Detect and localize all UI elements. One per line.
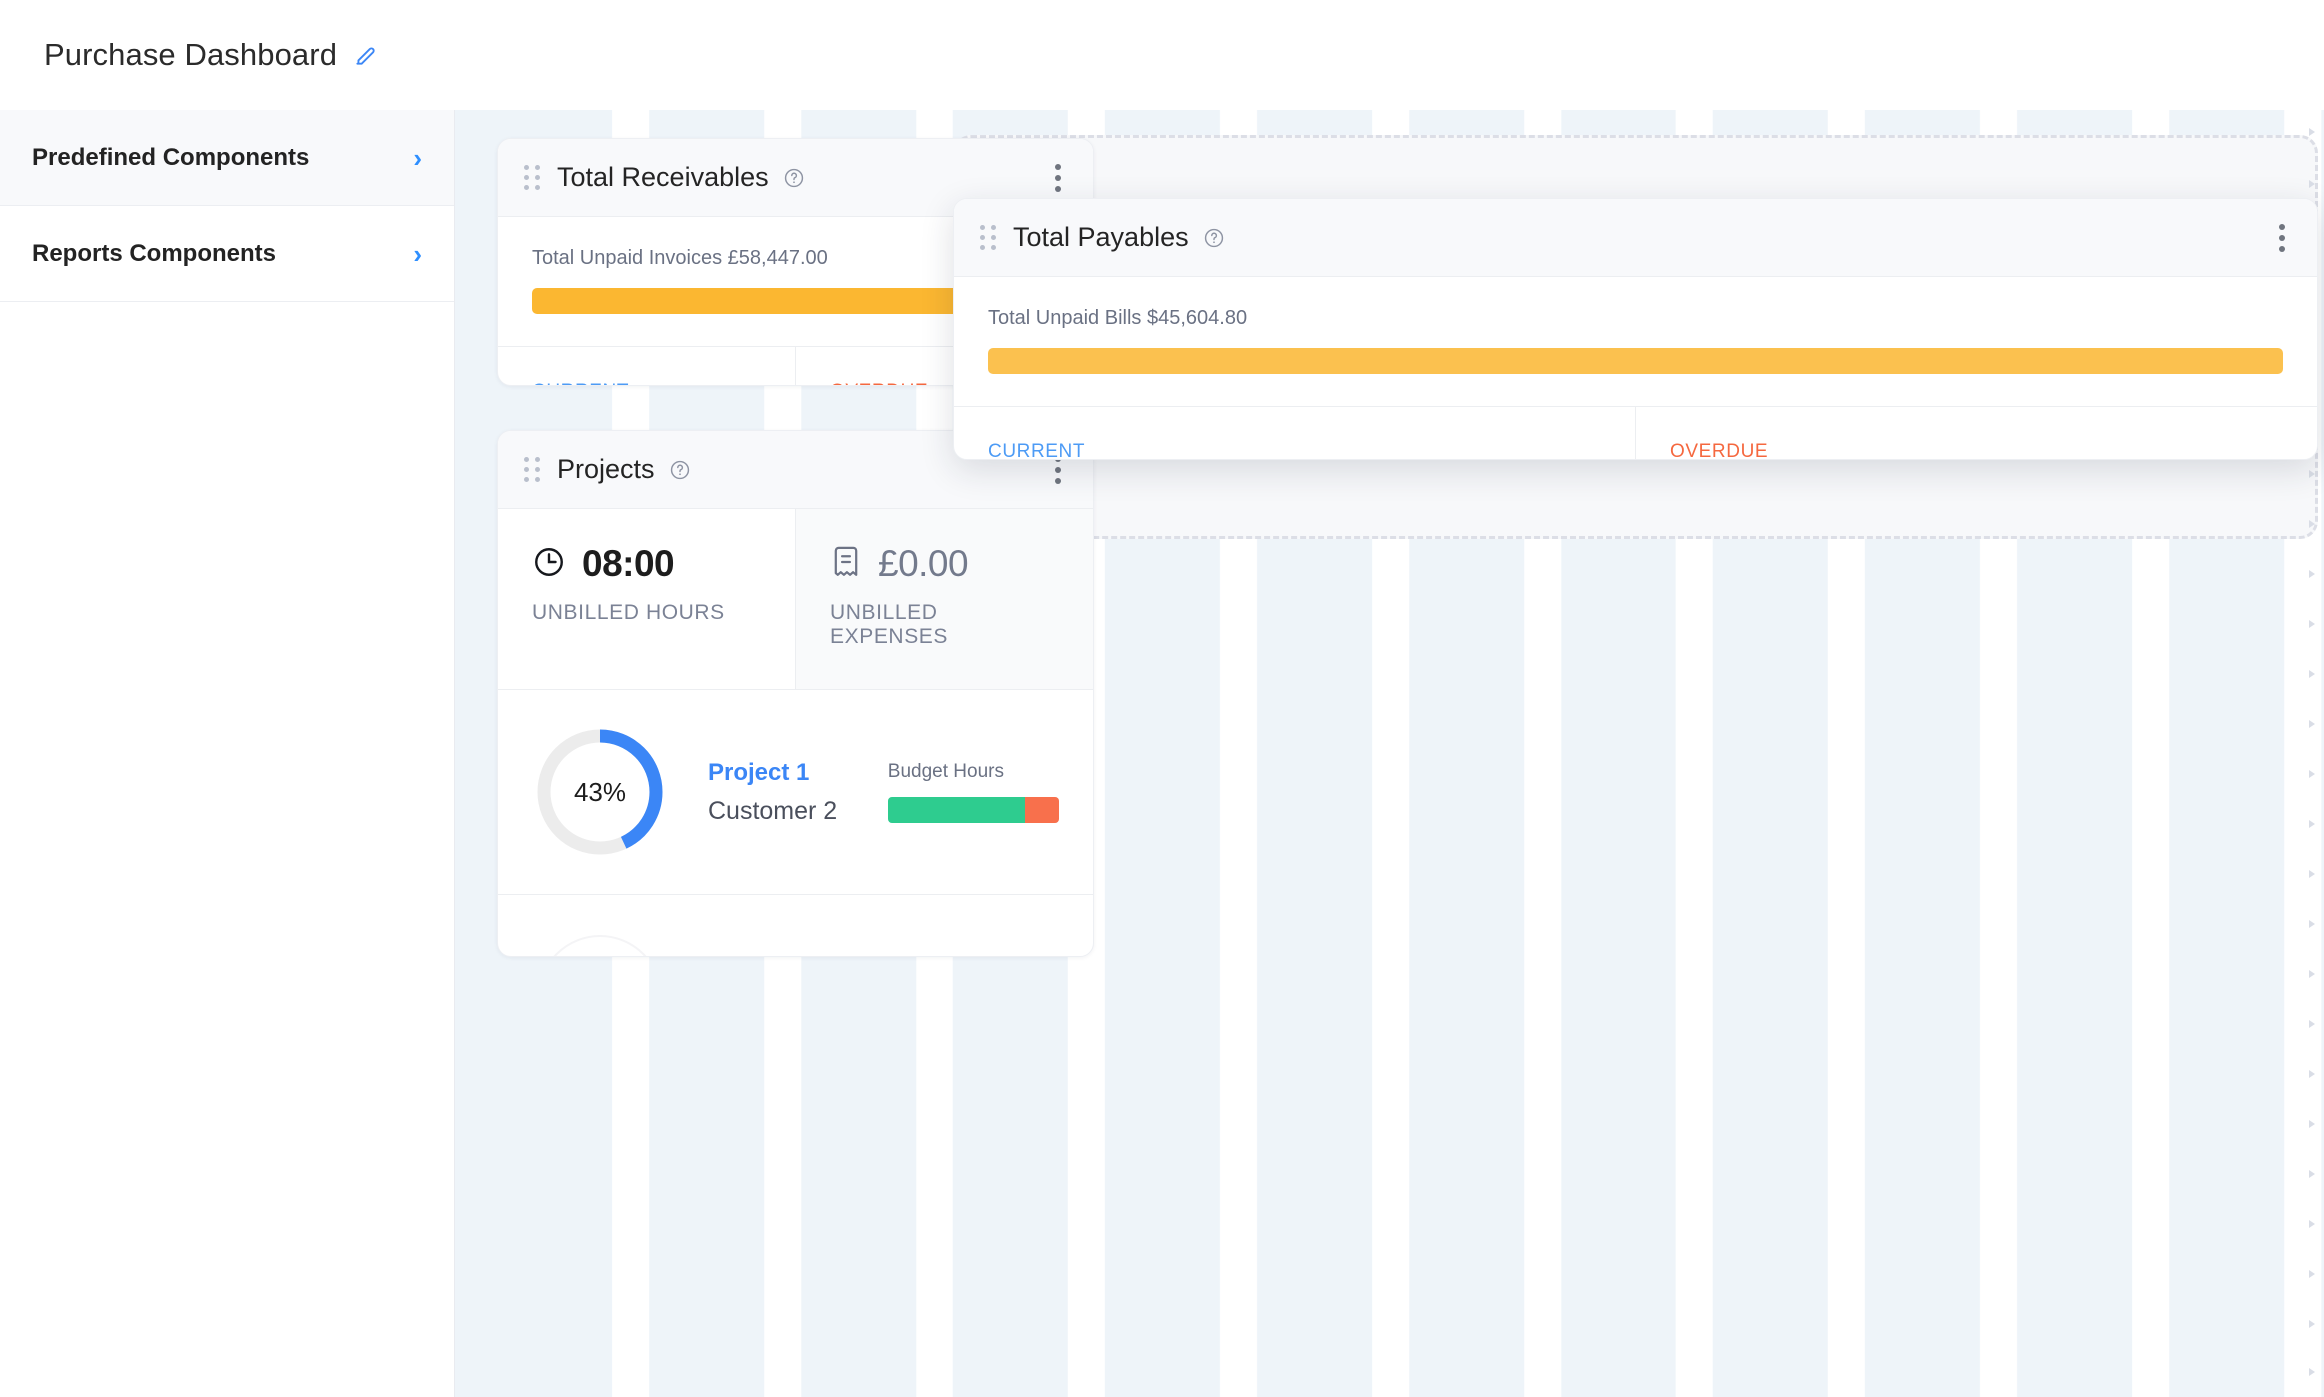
payables-summary-body: Total Unpaid Bills $45,604.80: [954, 277, 2317, 406]
question-circle-icon[interactable]: [1203, 227, 1225, 249]
projects-metrics: 08:00 UNBILLED HOURS £0.00: [498, 509, 1093, 690]
payables-split: CURRENT £0.00 OVERDUE £45,604.80 ▾: [954, 406, 2317, 460]
sidebar-empty-area: [0, 302, 454, 1397]
payables-overdue-label: OVERDUE: [1670, 441, 2283, 460]
budget-hours-bar: [888, 797, 1059, 823]
top-bar: Purchase Dashboard: [0, 0, 2324, 110]
projects-card: Projects: [497, 430, 1094, 957]
drag-handle-icon[interactable]: [980, 225, 997, 250]
payables-title: Total Payables: [1013, 222, 1189, 253]
budget-bar-orange-segment: [1025, 797, 1059, 823]
receivables-title: Total Receivables: [557, 162, 769, 193]
kebab-menu-icon[interactable]: [1049, 158, 1067, 198]
payables-current-cell: CURRENT £0.00: [954, 407, 1635, 460]
unbilled-expenses-label: UNBILLED EXPENSES: [830, 601, 1059, 649]
project-progress-text: 43%: [532, 724, 668, 860]
receivables-current-cell: CURRENT £0.00: [498, 347, 795, 386]
sidebar-item-label: Reports Components: [32, 240, 276, 268]
project-list-item[interactable]: 43% Project 1 Customer 2 Budget Hours: [498, 690, 1093, 894]
project-list-item[interactable]: No logged hours Project 2 Customer 3 No …: [498, 894, 1093, 957]
budget-hours-label: Budget Hours: [888, 761, 1059, 783]
project-customer: Customer 2: [708, 797, 868, 826]
unbilled-expenses-value: £0.00: [878, 543, 968, 585]
kebab-menu-icon[interactable]: [2273, 218, 2291, 258]
unbilled-expenses-row: £0.00: [830, 543, 1059, 585]
dashboard-canvas: Total Receivables Total Unpaid Invoices …: [455, 110, 2324, 1397]
payables-card-header: Total Payables: [954, 199, 2317, 277]
project-progress-ring: No logged hours: [532, 929, 668, 957]
chevron-right-icon: ›: [413, 145, 422, 171]
clock-icon: [532, 545, 566, 584]
project-progress-ring: 43%: [532, 724, 668, 860]
unbilled-hours-label: UNBILLED HOURS: [532, 601, 761, 625]
receipt-icon: [830, 545, 862, 584]
page-title: Purchase Dashboard: [44, 37, 337, 73]
budget-bar-green-segment: [888, 797, 1025, 823]
sidebar-item-reports-components[interactable]: Reports Components ›: [0, 206, 454, 302]
question-circle-icon[interactable]: [783, 167, 805, 189]
unbilled-hours-metric: 08:00 UNBILLED HOURS: [498, 509, 795, 689]
total-payables-card: Total Payables Total Unpaid Bills $45,60…: [953, 198, 2318, 460]
app-root: Purchase Dashboard Predefined Components…: [0, 0, 2324, 1397]
project-progress-text: No logged hours: [532, 929, 668, 957]
unbilled-expenses-metric: £0.00 UNBILLED EXPENSES: [795, 509, 1093, 689]
unbilled-hours-row: 08:00: [532, 543, 761, 585]
project-info: Project 1 Customer 2: [708, 759, 868, 826]
project-name-link[interactable]: Project 1: [708, 759, 868, 787]
payables-caption: Total Unpaid Bills $45,604.80: [988, 307, 2283, 330]
sidebar-item-label: Predefined Components: [32, 144, 309, 172]
project-budget: Budget Hours: [888, 761, 1059, 823]
payables-progress-bar: [988, 348, 2283, 374]
pencil-icon[interactable]: [353, 42, 379, 68]
sidebar-item-predefined-components[interactable]: Predefined Components ›: [0, 110, 454, 206]
sidebar: Predefined Components › Reports Componen…: [0, 110, 455, 1397]
payables-current-label: CURRENT: [988, 441, 1601, 460]
unbilled-hours-value: 08:00: [582, 543, 674, 585]
chevron-right-icon: ›: [413, 241, 422, 267]
drag-handle-icon[interactable]: [524, 165, 541, 190]
question-circle-icon[interactable]: [669, 459, 691, 481]
projects-title: Projects: [557, 454, 655, 485]
receivables-current-label: CURRENT: [532, 381, 761, 386]
drag-handle-icon[interactable]: [524, 457, 541, 482]
payables-overdue-cell: OVERDUE £45,604.80 ▾: [1635, 407, 2317, 460]
